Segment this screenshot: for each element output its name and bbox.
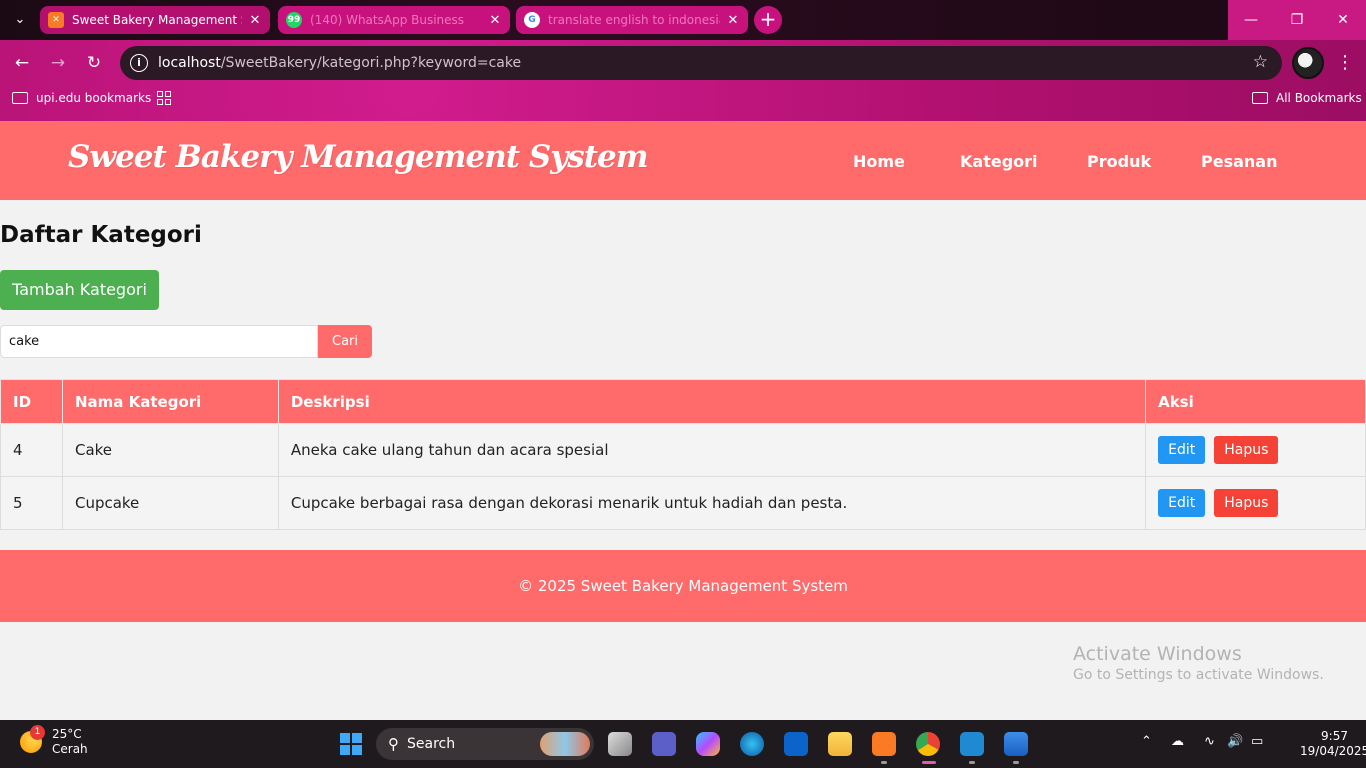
chrome-icon[interactable] <box>916 732 940 756</box>
file-explorer-icon[interactable] <box>828 732 852 756</box>
table-header-row: ID Nama Kategori Deskripsi Aksi <box>0 379 1366 424</box>
site-info-icon[interactable]: i <box>130 54 148 72</box>
windows-start-icon[interactable] <box>340 733 362 755</box>
cell-name: Cupcake <box>61 476 279 530</box>
table-row: 5 Cupcake Cupcake berbagai rasa dengan d… <box>0 476 1366 530</box>
whatsapp-favicon-icon: 99 <box>286 12 302 28</box>
profile-avatar[interactable] <box>1292 47 1324 79</box>
weather-sun-icon: 1 <box>20 725 45 753</box>
system-clock[interactable]: 9:57 19/04/2025 <box>1300 729 1366 759</box>
teams-icon[interactable] <box>652 732 676 756</box>
bookmark-label: upi.edu bookmarks <box>36 91 152 105</box>
category-table: ID Nama Kategori Deskripsi Aksi 4 Cake A… <box>0 379 1366 530</box>
watermark-title: Activate Windows <box>1073 643 1242 665</box>
copilot-icon[interactable] <box>696 732 720 756</box>
tab-sweet-bakery[interactable]: ✕ Sweet Bakery Management Sys ✕ <box>40 6 270 34</box>
vscode-icon[interactable] <box>960 732 984 756</box>
taskbar-search[interactable]: ⚲ Search <box>376 728 594 760</box>
header-actions: Aksi <box>1145 379 1366 424</box>
search-icon: ⚲ <box>388 735 399 753</box>
close-tab-icon[interactable]: ✕ <box>488 13 502 28</box>
cell-id: 5 <box>0 476 63 530</box>
close-tab-icon[interactable]: ✕ <box>248 13 262 28</box>
task-view-icon[interactable] <box>608 732 632 756</box>
clock-date: 19/04/2025 <box>1300 744 1366 758</box>
tab-translate[interactable]: G translate english to indonesia ✕ <box>516 6 748 34</box>
taskbar-search-label: Search <box>407 736 456 752</box>
nav-kategori[interactable]: Kategori <box>960 152 1038 171</box>
xampp-favicon-icon: ✕ <box>48 12 64 28</box>
search-input[interactable]: cake <box>0 325 318 358</box>
table-row: 4 Cake Aneka cake ulang tahun dan acara … <box>0 423 1366 477</box>
add-category-button[interactable]: Tambah Kategori <box>0 270 159 310</box>
volume-icon[interactable]: 🔊 <box>1227 734 1243 749</box>
nav-pesanan[interactable]: Pesanan <box>1201 152 1277 171</box>
folder-icon <box>12 92 28 104</box>
notification-badge: 1 <box>30 725 45 740</box>
activate-windows-watermark: Activate Windows Go to Settings to activ… <box>1073 643 1324 683</box>
site-header: Sweet Bakery Management System Home Kate… <box>0 121 1366 200</box>
back-arrow-icon[interactable]: ← <box>11 52 33 74</box>
tab-title: translate english to indonesia <box>548 13 720 27</box>
forward-arrow-icon[interactable]: → <box>47 52 69 74</box>
delete-button[interactable]: Hapus <box>1214 436 1279 464</box>
windows-taskbar: 1 25°C Cerah ⚲ Search ⌃ ☁ ∿ 🔊 ▭ 9:57 19/… <box>0 720 1366 768</box>
tab-whatsapp[interactable]: 99 (140) WhatsApp Business ✕ <box>278 6 510 34</box>
edit-button[interactable]: Edit <box>1158 436 1206 464</box>
bookmark-upi-edu[interactable]: upi.edu bookmarks <box>12 91 151 105</box>
edge-icon[interactable] <box>740 732 764 756</box>
cell-name: Cake <box>61 423 279 477</box>
edit-button[interactable]: Edit <box>1158 489 1206 517</box>
show-hidden-icons-chevron-icon[interactable]: ⌃ <box>1141 734 1152 749</box>
cell-actions: Edit Hapus <box>1145 423 1366 477</box>
site-brand[interactable]: Sweet Bakery Management System <box>68 139 649 175</box>
bookmark-star-icon[interactable]: ☆ <box>1253 52 1268 72</box>
xampp-icon[interactable] <box>872 732 896 756</box>
close-tab-icon[interactable]: ✕ <box>726 13 740 28</box>
site-footer: © 2025 Sweet Bakery Management System <box>0 550 1366 622</box>
delete-button[interactable]: Hapus <box>1214 489 1279 517</box>
weather-widget[interactable]: 1 25°C Cerah <box>20 725 88 757</box>
watermark-subtitle: Go to Settings to activate Windows. <box>1073 667 1324 683</box>
outlook-icon[interactable] <box>784 732 808 756</box>
header-description: Deskripsi <box>277 379 1147 424</box>
tab-title: (140) WhatsApp Business <box>310 13 465 27</box>
restore-icon[interactable]: ❐ <box>1274 0 1320 40</box>
onedrive-icon[interactable]: ☁ <box>1171 734 1184 749</box>
all-bookmarks[interactable]: All Bookmarks <box>1252 91 1362 105</box>
bookmark-label: All Bookmarks <box>1276 91 1362 105</box>
minimize-icon[interactable]: — <box>1228 0 1274 40</box>
footer-text: © 2025 Sweet Bakery Management System <box>518 577 848 595</box>
wifi-icon[interactable]: ∿ <box>1204 734 1215 749</box>
address-bar[interactable]: i localhost/SweetBakery/kategori.php?key… <box>120 46 1282 80</box>
apps-grid-icon[interactable] <box>157 91 171 105</box>
cell-description: Aneka cake ulang tahun dan acara spesial <box>277 423 1147 477</box>
nav-produk[interactable]: Produk <box>1087 152 1151 171</box>
notepad-icon[interactable] <box>1004 732 1028 756</box>
search-button[interactable]: Cari <box>318 325 372 358</box>
page-title: Daftar Kategori <box>0 222 202 248</box>
cell-description: Cupcake berbagai rasa dengan dekorasi me… <box>277 476 1147 530</box>
cell-id: 4 <box>0 423 63 477</box>
battery-icon[interactable]: ▭ <box>1251 734 1263 749</box>
browser-toolbar: ← → ↻ i localhost/SweetBakery/kategori.p… <box>0 40 1366 121</box>
header-id: ID <box>0 379 63 424</box>
folder-icon <box>1252 92 1268 104</box>
new-tab-button[interactable]: + <box>754 6 782 34</box>
google-favicon-icon: G <box>524 12 540 28</box>
browser-tab-strip: ⌄ ✕ Sweet Bakery Management Sys ✕ 99 (14… <box>0 0 1366 40</box>
weather-temp: 25°C <box>52 727 82 741</box>
more-menu-icon[interactable]: ⋮ <box>1336 52 1354 73</box>
tab-search-chevron-icon[interactable]: ⌄ <box>8 8 32 32</box>
cell-actions: Edit Hapus <box>1145 476 1366 530</box>
close-window-icon[interactable]: ✕ <box>1320 0 1366 40</box>
weather-condition: Cerah <box>52 742 88 756</box>
reload-icon[interactable]: ↻ <box>83 52 105 74</box>
tab-title: Sweet Bakery Management Sys <box>72 13 242 27</box>
address-url: localhost/SweetBakery/kategori.php?keywo… <box>158 55 522 71</box>
nav-home[interactable]: Home <box>853 152 905 171</box>
clock-time: 9:57 <box>1321 729 1348 743</box>
header-name: Nama Kategori <box>61 379 279 424</box>
search-highlight-art <box>540 732 590 756</box>
